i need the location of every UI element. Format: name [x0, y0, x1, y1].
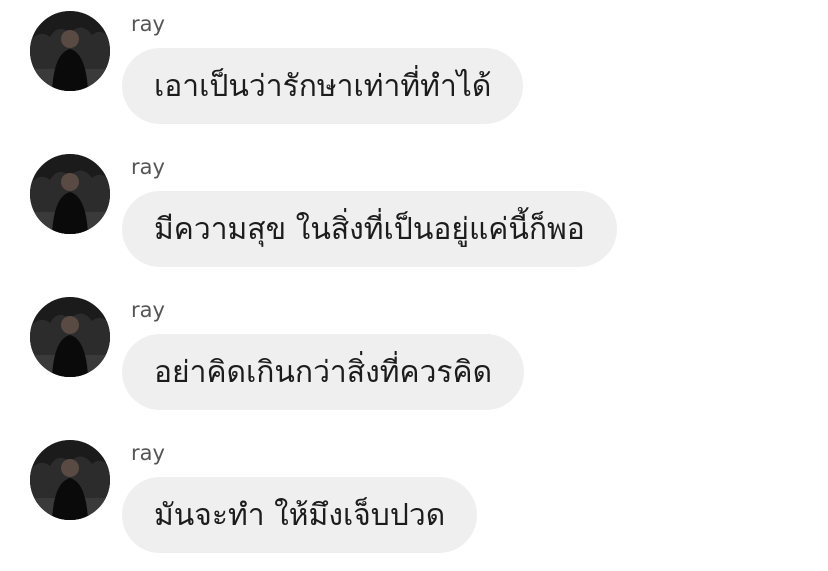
sender-name: ray — [131, 441, 165, 465]
sender-name: ray — [131, 155, 165, 179]
avatar[interactable] — [30, 440, 110, 520]
message-bubble[interactable]: มันจะทำ ให้มึงเจ็บปวด — [122, 477, 478, 553]
avatar-photo-icon — [30, 11, 110, 91]
sender-name: ray — [131, 12, 165, 36]
message-bubble[interactable]: เอาเป็นว่ารักษาเท่าที่ทำได้ — [122, 48, 524, 124]
message-row: ray มีความสุข ในสิ่งที่เป็นอยู่แค่นี้ก็พ… — [0, 143, 828, 273]
avatar[interactable] — [30, 297, 110, 377]
avatar[interactable] — [30, 154, 110, 234]
message-bubble[interactable]: อย่าคิดเกินกว่าสิ่งที่ควรคิด — [122, 334, 525, 410]
message-bubble[interactable]: มีความสุข ในสิ่งที่เป็นอยู่แค่นี้ก็พอ — [122, 191, 617, 267]
message-text: อย่าคิดเกินกว่าสิ่งที่ควรคิด — [154, 354, 493, 390]
sender-name: ray — [131, 298, 165, 322]
avatar-photo-icon — [30, 440, 110, 520]
avatar-photo-icon — [30, 154, 110, 234]
chat-thread: ray เอาเป็นว่ารักษาเท่าที่ทำได้ ray มีคว… — [0, 0, 828, 571]
message-text: มันจะทำ ให้มึงเจ็บปวด — [154, 497, 446, 533]
avatar-photo-icon — [30, 297, 110, 377]
message-row: ray เอาเป็นว่ารักษาเท่าที่ทำได้ — [0, 0, 828, 130]
message-row: ray อย่าคิดเกินกว่าสิ่งที่ควรคิด — [0, 286, 828, 416]
avatar[interactable] — [30, 11, 110, 91]
message-text: มีความสุข ในสิ่งที่เป็นอยู่แค่นี้ก็พอ — [154, 211, 585, 247]
message-text: เอาเป็นว่ารักษาเท่าที่ทำได้ — [154, 68, 492, 104]
message-row: ray มันจะทำ ให้มึงเจ็บปวด — [0, 429, 828, 559]
